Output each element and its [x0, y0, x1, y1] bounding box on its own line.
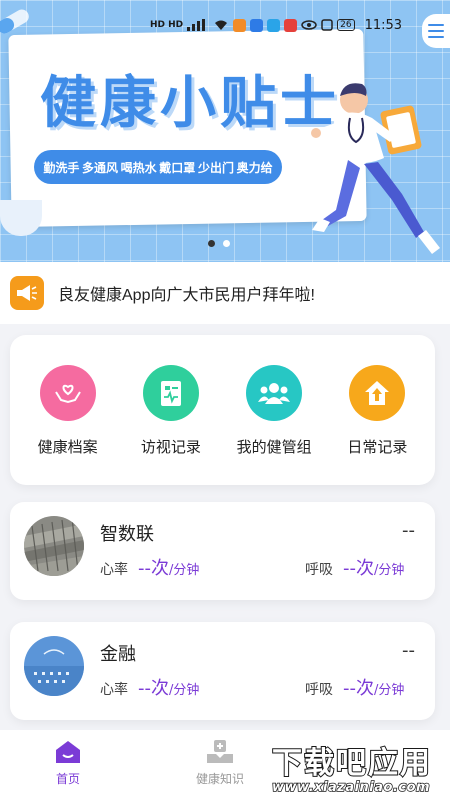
nfc-icon [321, 19, 333, 31]
app-notification-icon [267, 18, 281, 32]
banner-title: 健康小贴士 [40, 71, 340, 136]
metric-label: 呼吸 [305, 562, 333, 578]
member-card[interactable]: 智数联 -- 心率 --次 /分钟 呼吸 --次 /分钟 [10, 502, 435, 600]
paper-curl [0, 200, 42, 236]
watermark-title: 下载吧应用 [271, 745, 432, 782]
notice-text: 良友健康App向广大市民用户拜年啦! [58, 287, 315, 304]
metric-value: --次 [138, 558, 169, 579]
home-arrow-icon [349, 365, 406, 421]
site-watermark: 下载吧应用 www.xiazainiao.com [268, 738, 448, 800]
member-name: 金融 [100, 644, 136, 665]
signal-icon [187, 19, 206, 31]
clipboard-pulse-icon [142, 365, 199, 421]
breath-rate-metric: 呼吸 --次 /分钟 [305, 674, 404, 700]
metric-unit: /分钟 [374, 683, 405, 698]
tip-item: 戴口罩 [159, 160, 196, 175]
megaphone-icon [10, 276, 44, 310]
metric-label: 心率 [100, 562, 128, 578]
breath-rate-metric: 呼吸 --次 /分钟 [305, 554, 404, 580]
hands-heart-icon [39, 365, 96, 421]
quick-action-health-records[interactable]: 健康档案 [18, 335, 118, 485]
carousel-dots[interactable] [208, 240, 230, 247]
menu-line [428, 30, 444, 32]
app-notification-icon [284, 18, 298, 32]
metric-unit: /分钟 [169, 563, 200, 578]
member-value: -- [402, 520, 415, 541]
quick-action-my-group[interactable]: 我的健管组 [224, 335, 324, 485]
quick-action-label: 健康档案 [37, 438, 98, 456]
wifi-icon [215, 20, 228, 30]
app-notification-icon [233, 18, 247, 32]
notice-bar[interactable]: 良友健康App向广大市民用户拜年啦! [0, 262, 450, 324]
carousel-dot[interactable] [208, 240, 215, 247]
health-knowledge-icon [207, 740, 233, 763]
status-bar: HD HD 26 11:53 [150, 14, 450, 36]
eye-icon [301, 20, 317, 30]
metric-value: --次 [343, 558, 374, 579]
member-name: 智数联 [100, 524, 154, 545]
tip-item: 喝热水 [120, 160, 157, 175]
battery-icon: 26 [337, 19, 355, 31]
metric-unit: /分钟 [169, 683, 200, 698]
group-icon [246, 365, 303, 421]
network-label: HD HD [150, 20, 184, 30]
health-tips-banner[interactable]: 健康小贴士 勤洗手 多通风 喝热水 戴口罩 少出门 奥力给 [0, 0, 450, 262]
home-icon [56, 741, 80, 763]
quick-action-label: 日常记录 [347, 438, 408, 456]
watermark-url: www.xiazainiao.com [271, 779, 431, 796]
metric-unit: /分钟 [374, 563, 405, 578]
menu-button[interactable] [422, 14, 450, 48]
member-card[interactable]: 金融 -- 心率 --次 /分钟 呼吸 --次 /分钟 [10, 622, 435, 720]
metric-value: --次 [138, 678, 169, 699]
menu-line [428, 24, 444, 26]
app-notification-icon [250, 18, 264, 32]
clock: 11:53 [364, 17, 403, 33]
metric-value: --次 [343, 678, 374, 699]
quick-action-label: 访视记录 [140, 438, 201, 456]
tip-item: 勤洗手 [43, 160, 80, 175]
tab-health-knowledge[interactable]: 健康知识 [196, 740, 244, 787]
avatar [24, 636, 84, 696]
tip-item: 少出门 [197, 160, 234, 175]
metric-label: 心率 [100, 682, 128, 698]
tab-label: 首页 [55, 772, 80, 786]
menu-line [428, 36, 444, 38]
metric-label: 呼吸 [305, 682, 333, 698]
member-value: -- [402, 640, 415, 661]
tab-label: 健康知识 [196, 772, 245, 786]
quick-action-label: 我的健管组 [236, 438, 312, 456]
tab-home[interactable]: 首页 [55, 740, 81, 787]
heart-rate-metric: 心率 --次 /分钟 [100, 554, 199, 580]
tip-item: 多通风 [81, 160, 118, 175]
avatar [24, 516, 84, 576]
tips-pill: 勤洗手 多通风 喝热水 戴口罩 少出门 奥力给 [34, 150, 282, 184]
quick-actions-card: 健康档案 访视记录 我的健管组 日常记录 [10, 335, 435, 485]
quick-action-visit-records[interactable]: 访视记录 [121, 335, 221, 485]
quick-action-daily-records[interactable]: 日常记录 [327, 335, 427, 485]
doctor-illustration [311, 83, 440, 254]
tip-item: 奥力给 [236, 160, 273, 175]
carousel-dot[interactable] [223, 240, 230, 247]
heart-rate-metric: 心率 --次 /分钟 [100, 674, 199, 700]
